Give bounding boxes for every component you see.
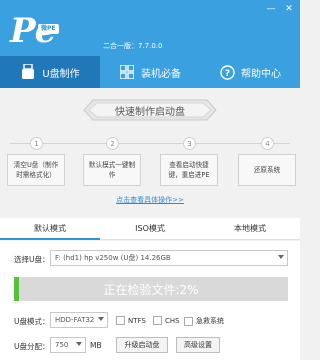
logo-badge: 微PE xyxy=(38,24,59,34)
main-nav-tabs: U盘制作 装机必备 ? 帮助中心 xyxy=(0,56,300,88)
progress-bar: 正在检验文件:2% xyxy=(14,277,288,301)
help-circle-icon: ? xyxy=(219,64,235,80)
chs-label: CHS xyxy=(165,316,180,325)
tab-install-essentials[interactable]: 装机必备 xyxy=(100,56,200,88)
chevron-down-icon xyxy=(76,342,82,346)
app-header: Pe 微PE — ✕ 二合一版：7.7.0.0 U盘制作 装机必备 ? 帮助中心 xyxy=(0,0,300,88)
select-usb-label: 选择U盘： xyxy=(14,255,50,264)
mode-tabs: 默认模式 ISO模式 本地模式 xyxy=(0,218,300,240)
hidden-system-label: 急救系统 xyxy=(196,317,224,325)
steps-divider xyxy=(10,143,290,144)
step-4-box: 还原系统 xyxy=(238,154,296,186)
checkbox-box xyxy=(153,316,162,325)
usb-drive-icon xyxy=(20,64,36,80)
progress-text: 正在检验文件:2% xyxy=(103,282,199,297)
version-label: 二合一版：7.7.0.0 xyxy=(103,42,163,50)
banner-title: 快速制作启动盘 xyxy=(115,106,185,118)
checkbox-box xyxy=(116,316,125,325)
usb-alloc-select[interactable]: 750 xyxy=(50,337,86,353)
tab-default-mode[interactable]: 默认模式 xyxy=(0,218,100,240)
window-controls: — ✕ xyxy=(266,4,294,14)
checkbox-box xyxy=(184,316,193,326)
step-1-box: 清空U盘（制作时需格式化） xyxy=(7,154,65,186)
tab-help-center[interactable]: ? 帮助中心 xyxy=(200,56,300,88)
close-button[interactable]: ✕ xyxy=(284,4,294,14)
usb-mode-select[interactable]: HDD-FAT32 xyxy=(50,312,108,328)
quick-make-banner: 快速制作启动盘 xyxy=(83,98,217,122)
usb-drive-select-value: F: (hd1) hp v250w (U盘) 14.26GB xyxy=(55,254,171,262)
usb-drive-select[interactable]: F: (hd1) hp v250w (U盘) 14.26GB xyxy=(50,250,288,266)
tab-usb-make-label: U盘制作 xyxy=(42,68,80,80)
usb-alloc-select-value: 750 xyxy=(55,341,69,349)
ntfs-label: NTFS xyxy=(128,316,146,325)
usb-alloc-label: U盘分配： xyxy=(14,342,50,351)
minimize-button[interactable]: — xyxy=(266,4,276,14)
view-steps-link[interactable]: 点击查看具体操作>> xyxy=(0,195,300,205)
usb-mode-label: U盘模式： xyxy=(14,317,50,326)
usb-alloc-unit: MB xyxy=(90,341,102,350)
ntfs-checkbox[interactable]: NTFS xyxy=(116,316,146,325)
step-1-number: 1 xyxy=(30,137,43,150)
usb-mode-select-value: HDD-FAT32 xyxy=(55,316,95,324)
step-2-number: 2 xyxy=(106,137,119,150)
tab-usb-make[interactable]: U盘制作 xyxy=(0,56,100,88)
hidden-system-checkbox[interactable]: 急救系统 xyxy=(184,316,224,326)
chs-checkbox[interactable]: CHS xyxy=(153,316,180,325)
step-4-number: 4 xyxy=(261,137,274,150)
step-2-box: 默认模式一键制作 xyxy=(83,154,141,186)
svg-text:?: ? xyxy=(224,69,229,79)
upgrade-boot-disk-button[interactable]: 升级启动盘 xyxy=(116,337,168,353)
tab-help-center-label: 帮助中心 xyxy=(241,68,281,80)
tab-local-mode[interactable]: 本地模式 xyxy=(200,218,300,239)
tab-install-essentials-label: 装机必备 xyxy=(141,68,181,80)
chevron-down-icon xyxy=(98,317,104,321)
app-logo: Pe 微PE xyxy=(8,6,72,52)
advanced-settings-button[interactable]: 高级设置 xyxy=(176,337,220,353)
apps-grid-icon xyxy=(119,64,135,80)
tab-iso-mode[interactable]: ISO模式 xyxy=(100,218,200,239)
step-3-box: 查看启动快捷键，重启进PE xyxy=(160,154,218,186)
chevron-down-icon xyxy=(278,255,284,259)
step-3-number: 3 xyxy=(183,137,196,150)
